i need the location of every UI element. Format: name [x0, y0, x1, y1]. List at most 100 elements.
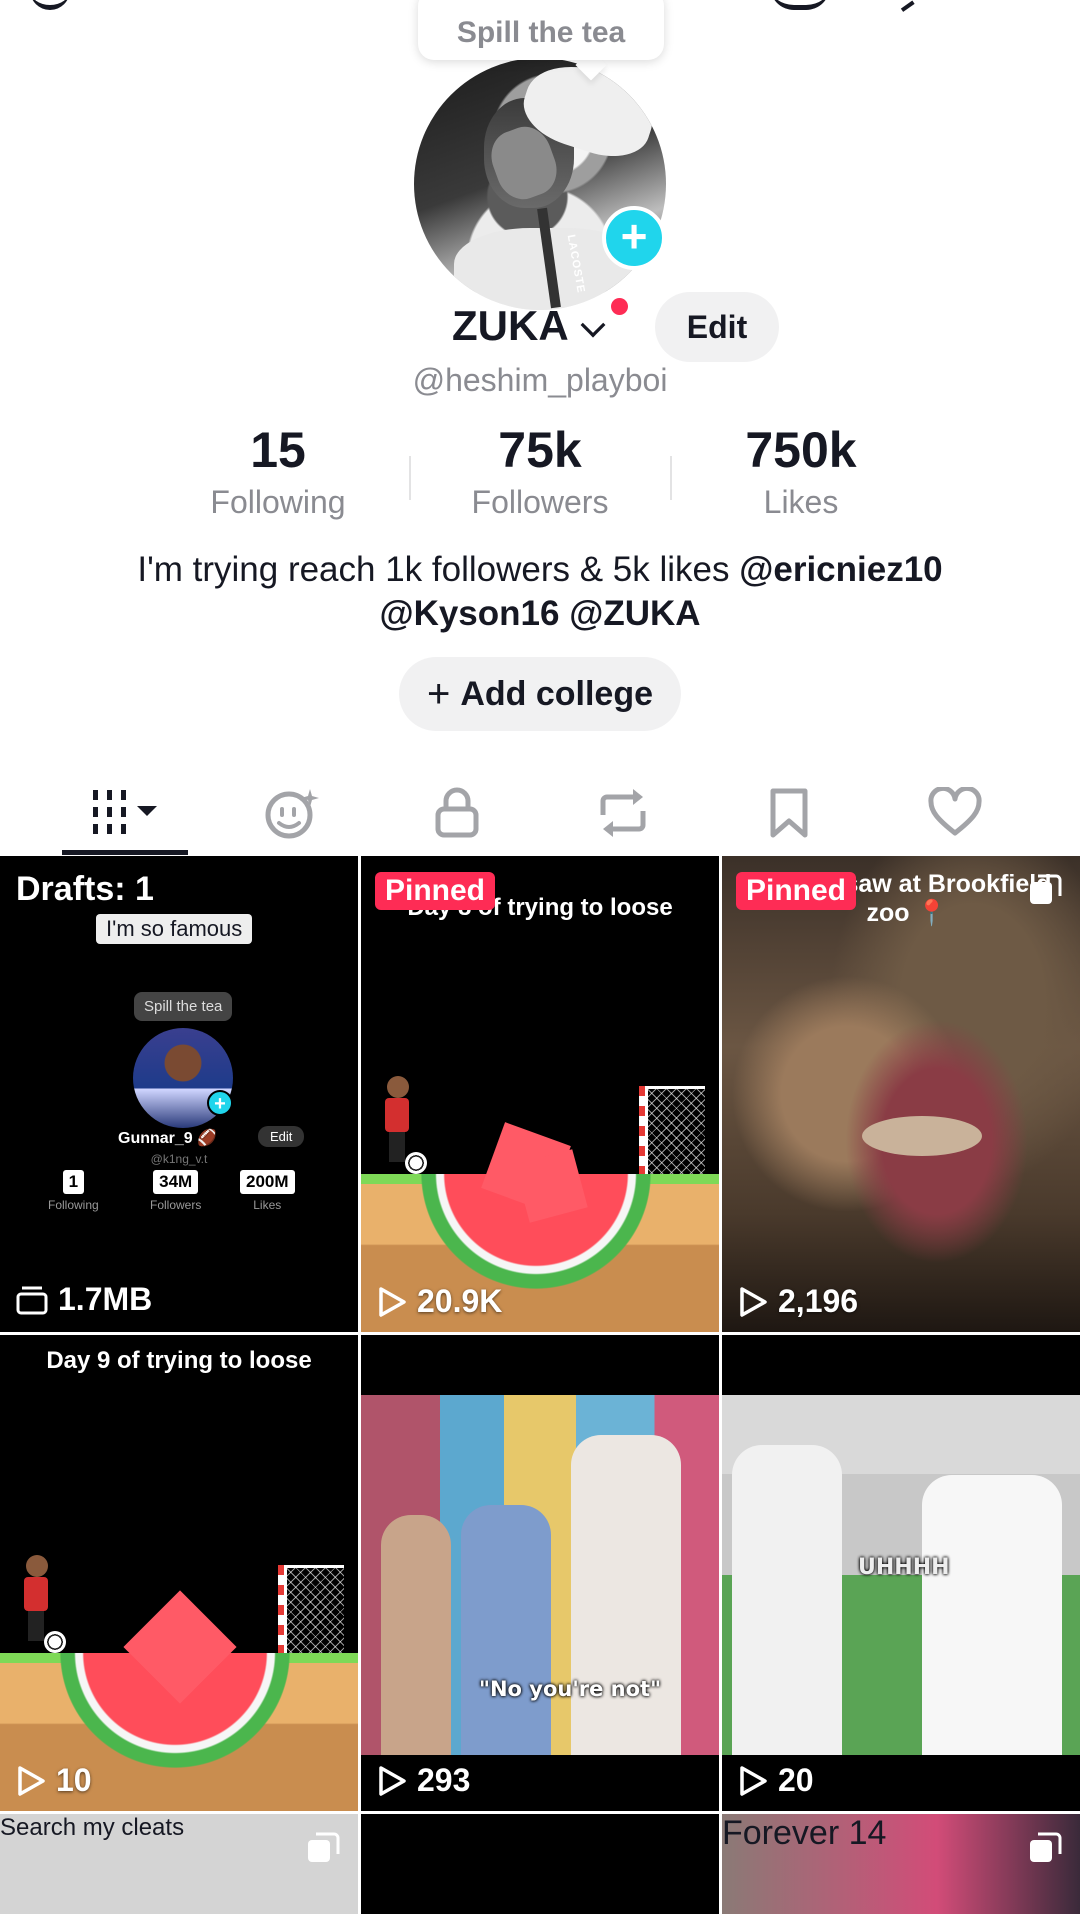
video-subtitle: UHHHH: [858, 1555, 950, 1580]
stat-divider: [670, 456, 672, 500]
video-tile[interactable]: [361, 1814, 719, 1914]
bio-mention[interactable]: @ZUKA: [569, 594, 700, 633]
multi-video-icon: [1030, 874, 1062, 904]
header-icon[interactable]: [770, 0, 830, 10]
draft-overlay-text: I'm so famous: [96, 914, 253, 944]
display-name[interactable]: ZUKA: [452, 302, 569, 350]
tab-reposts[interactable]: [540, 770, 706, 856]
stat-divider: [409, 456, 411, 500]
play-icon: [740, 1765, 767, 1796]
play-icon: [379, 1286, 406, 1317]
pinned-badge: Pinned: [375, 872, 496, 910]
mini-stat-label: Likes: [253, 1198, 282, 1212]
profile-bio: I'm trying reach 1k followers & 5k likes…: [60, 548, 1020, 636]
mini-display-name: Gunnar_9 🏈: [118, 1130, 218, 1147]
mini-stat-label: Followers: [150, 1198, 202, 1212]
notification-dot: [611, 298, 628, 315]
soccer-ball: [44, 1631, 66, 1653]
mini-stat-value: 200M: [240, 1170, 295, 1194]
stat-followers[interactable]: 75k Followers: [420, 420, 660, 521]
mini-stat-label: Following: [48, 1198, 99, 1212]
video-tile[interactable]: Search my cleats: [0, 1814, 358, 1914]
profile-stats: 15 Following 75k Followers 750k Likes: [0, 420, 1080, 530]
tab-liked[interactable]: [872, 770, 1038, 856]
tab-ai-self[interactable]: [209, 770, 375, 856]
username-handle: @heshim_playboi: [412, 362, 668, 398]
drafts-size: 1.7MB: [16, 1281, 152, 1318]
tab-videos[interactable]: [42, 770, 208, 856]
header-icon-2[interactable]: [889, 0, 915, 12]
drafts-tile[interactable]: Drafts: 1 I'm so famous Spill the tea + …: [0, 856, 358, 1332]
add-story-plus-icon[interactable]: +: [602, 206, 666, 270]
view-count: 2,196: [738, 1283, 858, 1320]
plus-icon: +: [426, 671, 451, 716]
play-icon: [740, 1286, 767, 1317]
view-count-text: 293: [417, 1762, 471, 1798]
active-tab-indicator: [62, 850, 188, 855]
mini-edit-button: Edit: [258, 1126, 305, 1147]
person-shape: [571, 1435, 681, 1755]
tab-favorites[interactable]: [706, 770, 872, 856]
drafts-size-text: 1.7MB: [58, 1281, 153, 1317]
lock-icon: [435, 787, 479, 838]
mini-stat: 200M Likes: [240, 1170, 295, 1212]
stat-label: Likes: [763, 484, 839, 520]
mini-plus-icon: +: [207, 1090, 233, 1116]
repost-icon: [600, 789, 646, 837]
view-count: 10: [16, 1762, 92, 1799]
stat-likes[interactable]: 750k Likes: [681, 420, 921, 521]
person-shape: [732, 1445, 842, 1755]
multi-video-icon: [1030, 1832, 1062, 1862]
play-icon: [379, 1765, 406, 1796]
heart-icon: [928, 787, 982, 836]
note-bubble[interactable]: Spill the tea: [418, 0, 664, 60]
stat-value: 750k: [745, 422, 857, 478]
view-count-text: 20.9K: [417, 1283, 503, 1319]
edit-profile-button[interactable]: Edit: [655, 292, 779, 362]
view-count: 20.9K: [377, 1283, 502, 1320]
face-sparkle-icon: [265, 789, 319, 839]
video-tile[interactable]: Pinned What I saw at Brookfield zoo 📍 2,…: [722, 856, 1080, 1332]
mini-stat-value: 1: [62, 1170, 85, 1194]
multi-video-icon: [308, 1832, 340, 1862]
bio-mention[interactable]: @Kyson16: [379, 594, 559, 633]
mini-stat: 1 Following: [48, 1170, 99, 1212]
video-caption: Day 9 of trying to loose: [46, 1347, 312, 1374]
bio-mention[interactable]: @ericniez10: [739, 550, 942, 589]
bookmark-icon: [770, 788, 808, 838]
video-tile[interactable]: "No you're not" 293: [361, 1335, 719, 1811]
person-shape: [922, 1475, 1062, 1755]
stat-value: 75k: [498, 422, 582, 478]
person-shape: [461, 1505, 551, 1755]
mini-stat: 34M Followers: [150, 1170, 201, 1212]
video-tile[interactable]: Pinned Day 8 of trying to loose 20.9K: [361, 856, 719, 1332]
bio-text: I'm trying reach 1k followers & 5k likes: [137, 550, 740, 589]
video-caption: Search my cleats: [0, 1814, 185, 1841]
stat-following[interactable]: 15 Following: [158, 420, 398, 521]
stat-label: Following: [210, 484, 346, 520]
video-tile[interactable]: UHHHH 20: [722, 1335, 1080, 1811]
drafts-folder-icon: [16, 1286, 48, 1314]
video-caption: Forever 14: [722, 1814, 887, 1852]
mini-stat-value: 34M: [153, 1170, 199, 1194]
player-figure: [22, 1555, 50, 1645]
video-tile[interactable]: Forever 14: [722, 1814, 1080, 1914]
back-icon[interactable]: [30, 0, 70, 10]
add-college-button[interactable]: + Add college: [399, 657, 681, 731]
soccer-ball: [405, 1152, 427, 1174]
video-tile[interactable]: Day 9 of trying to loose 10: [0, 1335, 358, 1811]
avatar[interactable]: LACOSTE: [414, 58, 666, 310]
view-count-text: 20: [778, 1762, 814, 1798]
mini-note-bubble: Spill the tea: [134, 992, 233, 1021]
chevron-down-icon[interactable]: [580, 312, 606, 338]
video-subtitle: "No you're not": [479, 1677, 662, 1701]
play-icon: [18, 1765, 45, 1796]
player-figure: [383, 1076, 411, 1166]
goal-net: [284, 1565, 344, 1657]
view-count: 293: [377, 1762, 470, 1799]
drafts-title: Drafts: 1: [16, 870, 154, 908]
stat-label: Followers: [471, 484, 609, 520]
grid-bars-icon: [93, 790, 157, 834]
mini-handle: @k1ng_v.t: [150, 1152, 208, 1166]
tab-private[interactable]: [374, 770, 540, 856]
